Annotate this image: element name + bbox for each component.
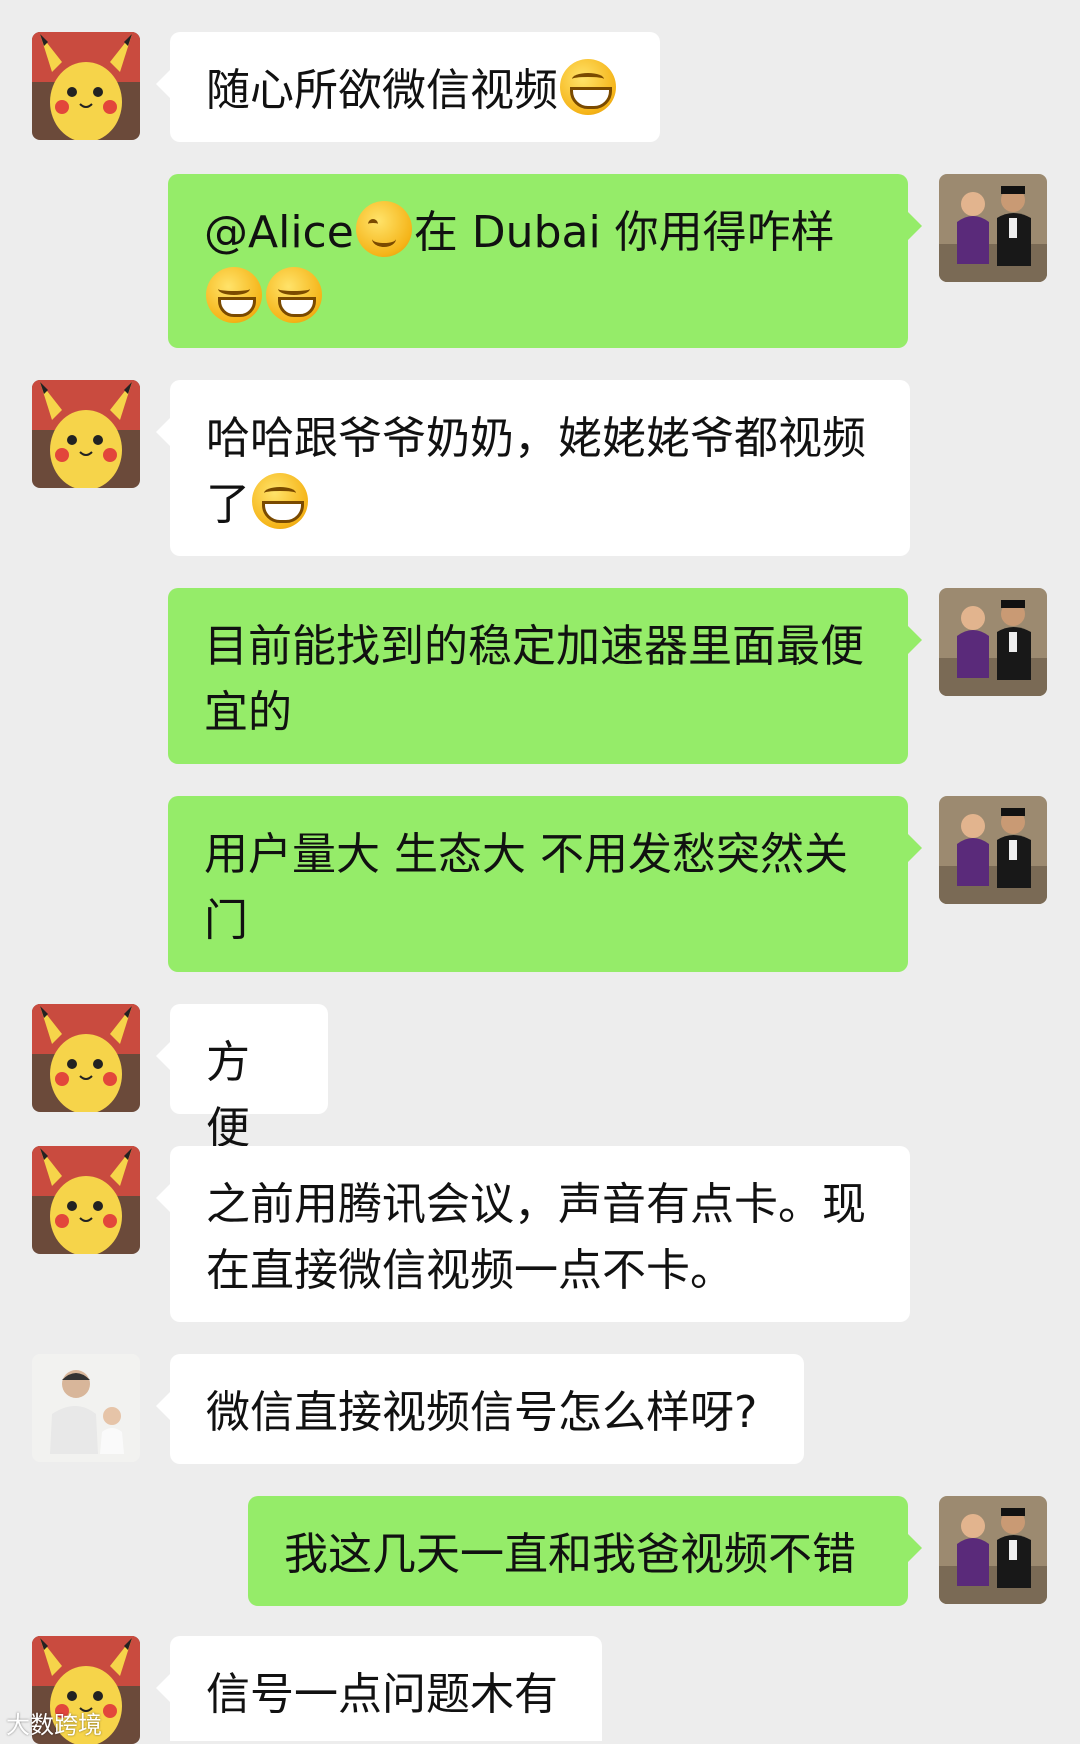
- message-bubble[interactable]: 之前用腾讯会议，声音有点卡。现在直接微信视频一点不卡。: [156, 1146, 910, 1322]
- message-bubble[interactable]: 哈哈跟爷爷奶奶，姥姥姥爷都视频了: [156, 380, 910, 556]
- pikachu-avatar[interactable]: [32, 32, 140, 140]
- couple-avatar[interactable]: [939, 796, 1047, 904]
- message-bubble[interactable]: 目前能找到的稳定加速器里面最便宜的: [168, 588, 922, 764]
- message-row: 我这几天一直和我爸视频不错: [0, 1496, 1080, 1606]
- grin-emoji-icon: [560, 59, 616, 115]
- message-bubble[interactable]: 我这几天一直和我爸视频不错: [248, 1496, 922, 1606]
- message-row: 目前能找到的稳定加速器里面最便宜的: [0, 588, 1080, 764]
- message-text: 我这几天一直和我爸视频不错: [284, 1529, 856, 1580]
- message-bubble[interactable]: 微信直接视频信号怎么样呀?: [156, 1354, 804, 1464]
- message-row: 方便: [0, 1004, 1080, 1154]
- message-bubble[interactable]: 信号一点问题木有: [156, 1636, 602, 1741]
- message-row: 用户量大 生态大 不用发愁突然关门: [0, 796, 1080, 972]
- message-bubble[interactable]: @Alice 在 Dubai 你用得咋样: [168, 174, 922, 348]
- father-child-avatar[interactable]: [32, 1354, 140, 1462]
- message-text: 在 Dubai 你用得咋样: [413, 207, 835, 258]
- message-text: 方便: [206, 1037, 250, 1154]
- message-bubble[interactable]: 随心所欲微信视频: [156, 32, 660, 142]
- message-row: 微信直接视频信号怎么样呀?: [0, 1354, 1080, 1464]
- smirk-emoji-icon: [266, 267, 322, 323]
- message-text: 目前能找到的稳定加速器里面最便宜的: [204, 621, 864, 738]
- pikachu-avatar[interactable]: [32, 380, 140, 488]
- message-text: 之前用腾讯会议，声音有点卡。现在直接微信视频一点不卡。: [206, 1179, 866, 1296]
- pikachu-avatar[interactable]: [32, 1146, 140, 1254]
- message-bubble[interactable]: 用户量大 生态大 不用发愁突然关门: [168, 796, 922, 972]
- message-row: 哈哈跟爷爷奶奶，姥姥姥爷都视频了: [0, 380, 1080, 556]
- couple-avatar[interactable]: [939, 588, 1047, 696]
- message-bubble[interactable]: 方便: [156, 1004, 328, 1154]
- watermark-text: 大数跨境: [6, 1711, 102, 1739]
- message-text: 信号一点问题木有: [206, 1669, 558, 1720]
- message-text: 用户量大 生态大 不用发愁突然关门: [204, 829, 848, 946]
- message-row: 随心所欲微信视频: [0, 32, 1080, 142]
- message-text: 随心所欲微信视频: [206, 65, 558, 116]
- grin-emoji-icon: [252, 473, 308, 529]
- message-row: 之前用腾讯会议，声音有点卡。现在直接微信视频一点不卡。: [0, 1146, 1080, 1322]
- message-row: 信号一点问题木有: [0, 1636, 1080, 1744]
- message-row: @Alice 在 Dubai 你用得咋样: [0, 174, 1080, 348]
- message-text: 微信直接视频信号怎么样呀?: [206, 1387, 758, 1438]
- couple-avatar[interactable]: [939, 1496, 1047, 1604]
- smirk-emoji-icon: [206, 267, 262, 323]
- couple-avatar[interactable]: [939, 174, 1047, 282]
- pikachu-avatar[interactable]: [32, 1004, 140, 1112]
- mention-text[interactable]: @Alice: [204, 207, 354, 258]
- smile-emoji-icon: [355, 201, 412, 257]
- watermark: 大数跨境: [6, 1705, 102, 1740]
- chat-message-list[interactable]: 随心所欲微信视频 @Alice 在 Dubai 你用得咋样 哈哈跟爷爷奶奶，姥姥姥…: [0, 0, 1080, 1744]
